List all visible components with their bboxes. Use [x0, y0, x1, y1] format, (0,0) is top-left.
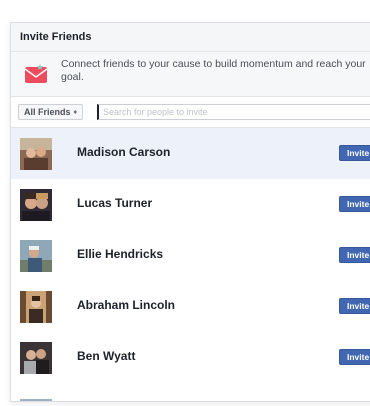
banner-text: Connect friends to your cause to build m… — [61, 58, 366, 83]
friend-row[interactable]: Ellie Hendricks Invite — [11, 230, 370, 281]
all-friends-dropdown[interactable]: All Friends ♦ — [18, 104, 84, 120]
invite-button[interactable]: Invite — [339, 298, 370, 314]
avatar — [20, 291, 52, 323]
avatar — [20, 342, 52, 374]
next-avatar-peek — [20, 399, 52, 401]
invite-friends-dialog: Invite Friends Connect friends to your c… — [10, 22, 370, 402]
search-input[interactable] — [97, 104, 370, 120]
friend-name: Abraham Lincoln — [77, 298, 176, 312]
invite-button[interactable]: Invite — [339, 145, 370, 161]
friend-name: Madison Carson — [77, 145, 171, 159]
envelope-icon — [23, 61, 49, 87]
friend-row[interactable]: Abraham Lincoln Invite — [11, 281, 370, 332]
friend-name: Lucas Turner — [77, 196, 153, 210]
friends-list: Madison Carson Invite Lucas Turner Invit… — [11, 128, 370, 383]
dialog-title: Invite Friends — [20, 31, 92, 43]
filter-bar: All Friends ♦ — [11, 97, 370, 128]
avatar — [20, 240, 52, 272]
info-banner: Connect friends to your cause to build m… — [11, 52, 370, 97]
avatar — [20, 189, 52, 221]
friend-name: Ben Wyatt — [77, 349, 136, 363]
invite-button[interactable]: Invite — [339, 349, 370, 365]
friend-row[interactable]: Lucas Turner Invite — [11, 179, 370, 230]
friend-row[interactable]: Madison Carson Invite — [11, 128, 370, 179]
friend-name: Ellie Hendricks — [77, 247, 164, 261]
invite-button[interactable]: Invite — [339, 196, 370, 212]
dialog-header: Invite Friends — [11, 23, 370, 52]
all-friends-label: All Friends — [24, 107, 71, 117]
friend-row[interactable]: Ben Wyatt Invite — [11, 332, 370, 383]
dropdown-caret-icon: ♦ — [73, 108, 78, 116]
invite-button[interactable]: Invite — [339, 247, 370, 263]
avatar — [20, 138, 52, 170]
